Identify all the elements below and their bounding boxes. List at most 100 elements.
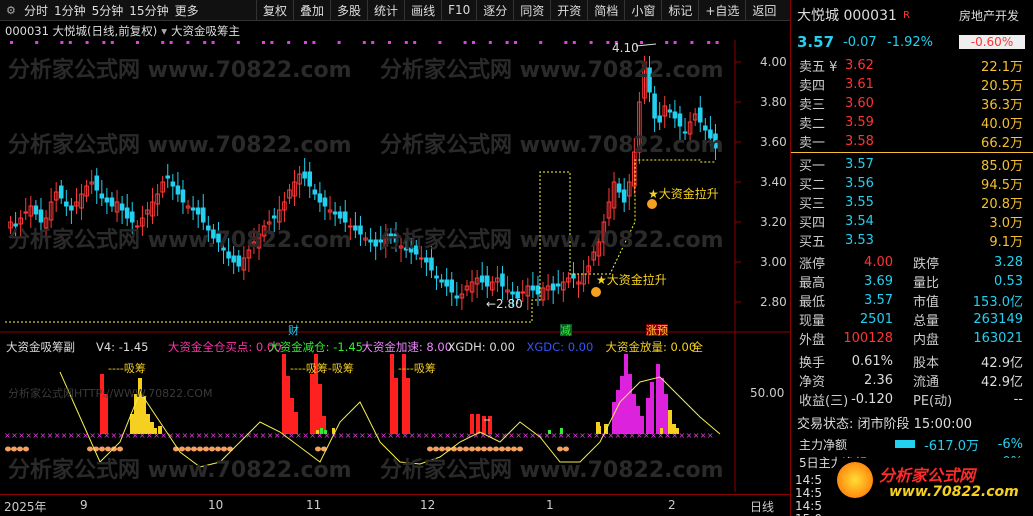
x-marker: × (586, 431, 593, 440)
toolbar-button-8[interactable]: 开资 (550, 0, 587, 21)
period-1[interactable]: 1分钟 (54, 2, 86, 19)
x-marker: × (636, 431, 643, 440)
signal-dot (715, 41, 719, 44)
signal-dot (606, 41, 610, 44)
x-marker: × (565, 431, 572, 440)
oval-marker (105, 446, 111, 452)
signal-dot (186, 41, 190, 44)
signal-dot (673, 41, 677, 44)
bid-row-0[interactable]: 买一 3.57 85.0万 (791, 155, 1027, 174)
candle-body (621, 189, 627, 203)
toolbar-button-13[interactable]: 返回 (745, 0, 782, 21)
sub-bar (142, 396, 146, 434)
candle-body (175, 185, 181, 195)
x-marker: × (253, 431, 260, 440)
sub-bar (664, 394, 668, 434)
x-marker: × (679, 431, 686, 440)
candle-body (302, 171, 307, 179)
signal-dot (236, 41, 240, 44)
sub-legend-5: XGDC: 0.00 (527, 340, 594, 354)
x-marker: × (671, 431, 678, 440)
x-marker: × (345, 431, 352, 440)
x-marker: × (409, 431, 416, 440)
flow-row-0: 主力净额 -617.0万 -6% (799, 436, 1023, 454)
indicator-name[interactable]: 大资金吸筹主 (171, 23, 240, 39)
signal-dot (203, 41, 207, 44)
toolbar-button-5[interactable]: F10 (441, 0, 476, 21)
x-marker: × (338, 431, 345, 440)
period-3[interactable]: 15分钟 (129, 2, 168, 19)
sub-bar (286, 376, 290, 434)
ask-row-2[interactable]: 卖三 3.60 36.3万 (791, 94, 1027, 113)
toolbar-button-2[interactable]: 多股 (330, 0, 367, 21)
toolbar-button-12[interactable]: +自选 (698, 0, 745, 21)
candle-body (652, 93, 657, 119)
ask-row-1[interactable]: 卖四 3.61 20.5万 (791, 75, 1027, 94)
candle-body (94, 175, 100, 191)
ask-row-4[interactable]: 卖一 3.58 66.2万 (791, 132, 1027, 151)
x-marker: × (423, 431, 430, 440)
candle-body (180, 189, 186, 203)
x-marker: × (61, 431, 68, 440)
oval-marker (451, 446, 457, 452)
sub-bar (290, 398, 294, 434)
quote-panel: 大悦城 000031 R 房地产开发 3.57 -0.07 -1.92% -0.60% 卖五 … (790, 0, 1033, 516)
signal-dot (304, 41, 307, 44)
toolbar-button-0[interactable]: 复权 (256, 0, 293, 21)
sub-bar (318, 384, 322, 434)
sub-bar (628, 374, 632, 434)
oval-marker (517, 446, 523, 452)
x-marker: × (657, 431, 664, 440)
oval-marker (11, 446, 17, 452)
period-4[interactable]: 更多 (175, 2, 199, 19)
low-label: ←2.80 (486, 297, 523, 311)
oval-marker (315, 446, 321, 452)
x-marker: × (103, 431, 110, 440)
sub-label-1: ----吸筹 (108, 361, 146, 375)
toolbar-button-3[interactable]: 统计 (367, 0, 404, 21)
toolbar-button-7[interactable]: 同资 (513, 0, 550, 21)
watermark: 分析家公式网 www.70822.com (8, 132, 352, 158)
sub-bar (310, 374, 314, 434)
watermark: 分析家公式网HTTP://WWW.70822.COM (8, 386, 212, 400)
toolbar-button-1[interactable]: 叠加 (293, 0, 330, 21)
x-marker: × (224, 431, 231, 440)
candle-body (703, 125, 708, 131)
bid-row-3[interactable]: 买四 3.54 3.0万 (791, 212, 1027, 231)
gear-icon[interactable]: ⚙ (6, 4, 18, 17)
tick-time-3: 15:0 (791, 510, 1027, 516)
watermark: 分析家公式网 www.70822.com (380, 132, 724, 158)
candle-body (337, 211, 343, 219)
x-marker: × (274, 431, 281, 440)
oval-marker (185, 446, 191, 452)
ask-bid-divider (791, 152, 1033, 153)
xaxis-label: 2 (668, 498, 676, 512)
watermark: 分析家公式网 www.70822.com (8, 57, 352, 83)
toolbar-button-6[interactable]: 逐分 (476, 0, 513, 21)
candle-body (657, 115, 662, 123)
toolbar-button-11[interactable]: 标记 (661, 0, 698, 21)
period-0[interactable]: 分时 (24, 2, 48, 19)
toolbar-button-10[interactable]: 小窗 (624, 0, 661, 21)
toolbar-button-4[interactable]: 画线 (404, 0, 441, 21)
period-label[interactable]: 日线 (750, 498, 774, 515)
bid-row-1[interactable]: 买二 3.56 94.5万 (791, 174, 1027, 193)
ask-row-0[interactable]: 卖五 ¥3.62 22.1万 (791, 56, 1027, 75)
kline-chart[interactable]: 4.00 3.80 3.60 3.40 3.20 3.00 2.80 4.10 ←2.80 ★大资… (0, 22, 790, 492)
oval-marker (215, 446, 221, 452)
signal-dot (287, 41, 291, 44)
candle-body (104, 197, 110, 203)
stat-row-4: 外盘 100128 内盘 163021 (799, 330, 1023, 348)
toolbar-button-9[interactable]: 简档 (587, 0, 624, 21)
period-2[interactable]: 5分钟 (92, 2, 124, 19)
candle-body (358, 225, 363, 235)
dropdown-icon[interactable]: ▾ (161, 24, 167, 38)
bid-row-2[interactable]: 买三 3.55 20.8万 (791, 193, 1027, 212)
signal-dot (102, 41, 106, 44)
ask-row-3[interactable]: 卖二 3.59 40.0万 (791, 113, 1027, 132)
x-marker: × (210, 431, 217, 440)
candle-body (236, 255, 242, 267)
bid-row-4[interactable]: 买五 3.53 9.1万 (791, 231, 1027, 250)
candle-body (449, 279, 455, 293)
oval-marker (179, 446, 185, 452)
